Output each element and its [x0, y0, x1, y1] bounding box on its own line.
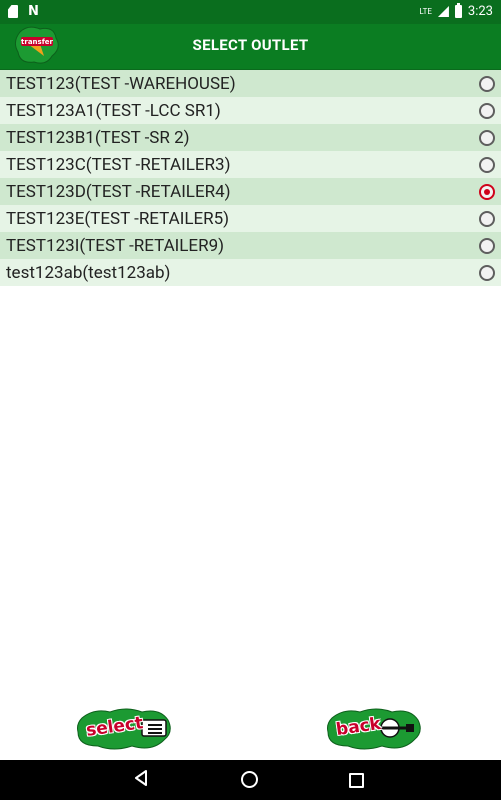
outlet-label: TEST123D(TEST -RETAILER4) [6, 181, 231, 202]
back-button[interactable]: back [326, 708, 422, 750]
sd-card-icon [8, 5, 18, 18]
nav-home-icon[interactable] [241, 771, 258, 788]
outlet-label: TEST123C(TEST -RETAILER3) [6, 154, 231, 175]
outlet-label: TEST123(TEST -WAREHOUSE) [6, 73, 236, 94]
outlet-label: test123ab(test123ab) [6, 262, 171, 283]
page-title: SELECT OUTLET [192, 36, 309, 54]
list-item[interactable]: TEST123B1(TEST -SR 2) [0, 124, 501, 151]
network-type: LTE [419, 7, 432, 16]
outlet-list: TEST123(TEST -WAREHOUSE) TEST123A1(TEST … [0, 70, 501, 286]
status-right-icons: LTE 3:23 [419, 3, 493, 19]
outlet-label: TEST123I(TEST -RETAILER9) [6, 235, 225, 256]
signal-icon [437, 6, 449, 17]
list-item[interactable]: TEST123D(TEST -RETAILER4) [0, 178, 501, 205]
radio-button[interactable] [479, 264, 495, 281]
battery-icon [454, 3, 462, 18]
radio-button[interactable] [479, 102, 495, 119]
radio-button[interactable] [479, 156, 495, 173]
list-item[interactable]: test123ab(test123ab) [0, 259, 501, 286]
outlet-label: TEST123B1(TEST -SR 2) [6, 127, 190, 148]
radio-button-selected[interactable] [479, 183, 495, 200]
radio-button[interactable] [479, 237, 495, 254]
nav-back-icon[interactable] [134, 770, 148, 790]
list-item[interactable]: TEST123C(TEST -RETAILER3) [0, 151, 501, 178]
status-left-icons: N [8, 4, 39, 19]
outlet-label: TEST123E(TEST -RETAILER5) [6, 208, 230, 229]
select-button[interactable]: select [76, 708, 172, 750]
radio-button[interactable] [479, 129, 495, 146]
status-bar: N LTE 3:23 [0, 0, 501, 24]
status-time: 3:23 [467, 4, 493, 19]
system-nav-bar [0, 760, 501, 800]
list-item[interactable]: TEST123I(TEST -RETAILER9) [0, 232, 501, 259]
n-notification-icon: N [28, 4, 39, 19]
radio-button[interactable] [479, 210, 495, 227]
list-item[interactable]: TEST123E(TEST -RETAILER5) [0, 205, 501, 232]
list-item[interactable]: TEST123A1(TEST -LCC SR1) [0, 97, 501, 124]
nav-recent-apps-icon[interactable] [349, 773, 364, 788]
radio-button[interactable] [479, 75, 495, 92]
app-bar: transfer SELECT OUTLET [0, 24, 501, 69]
outlet-label: TEST123A1(TEST -LCC SR1) [6, 100, 221, 121]
list-item[interactable]: TEST123(TEST -WAREHOUSE) [0, 70, 501, 97]
